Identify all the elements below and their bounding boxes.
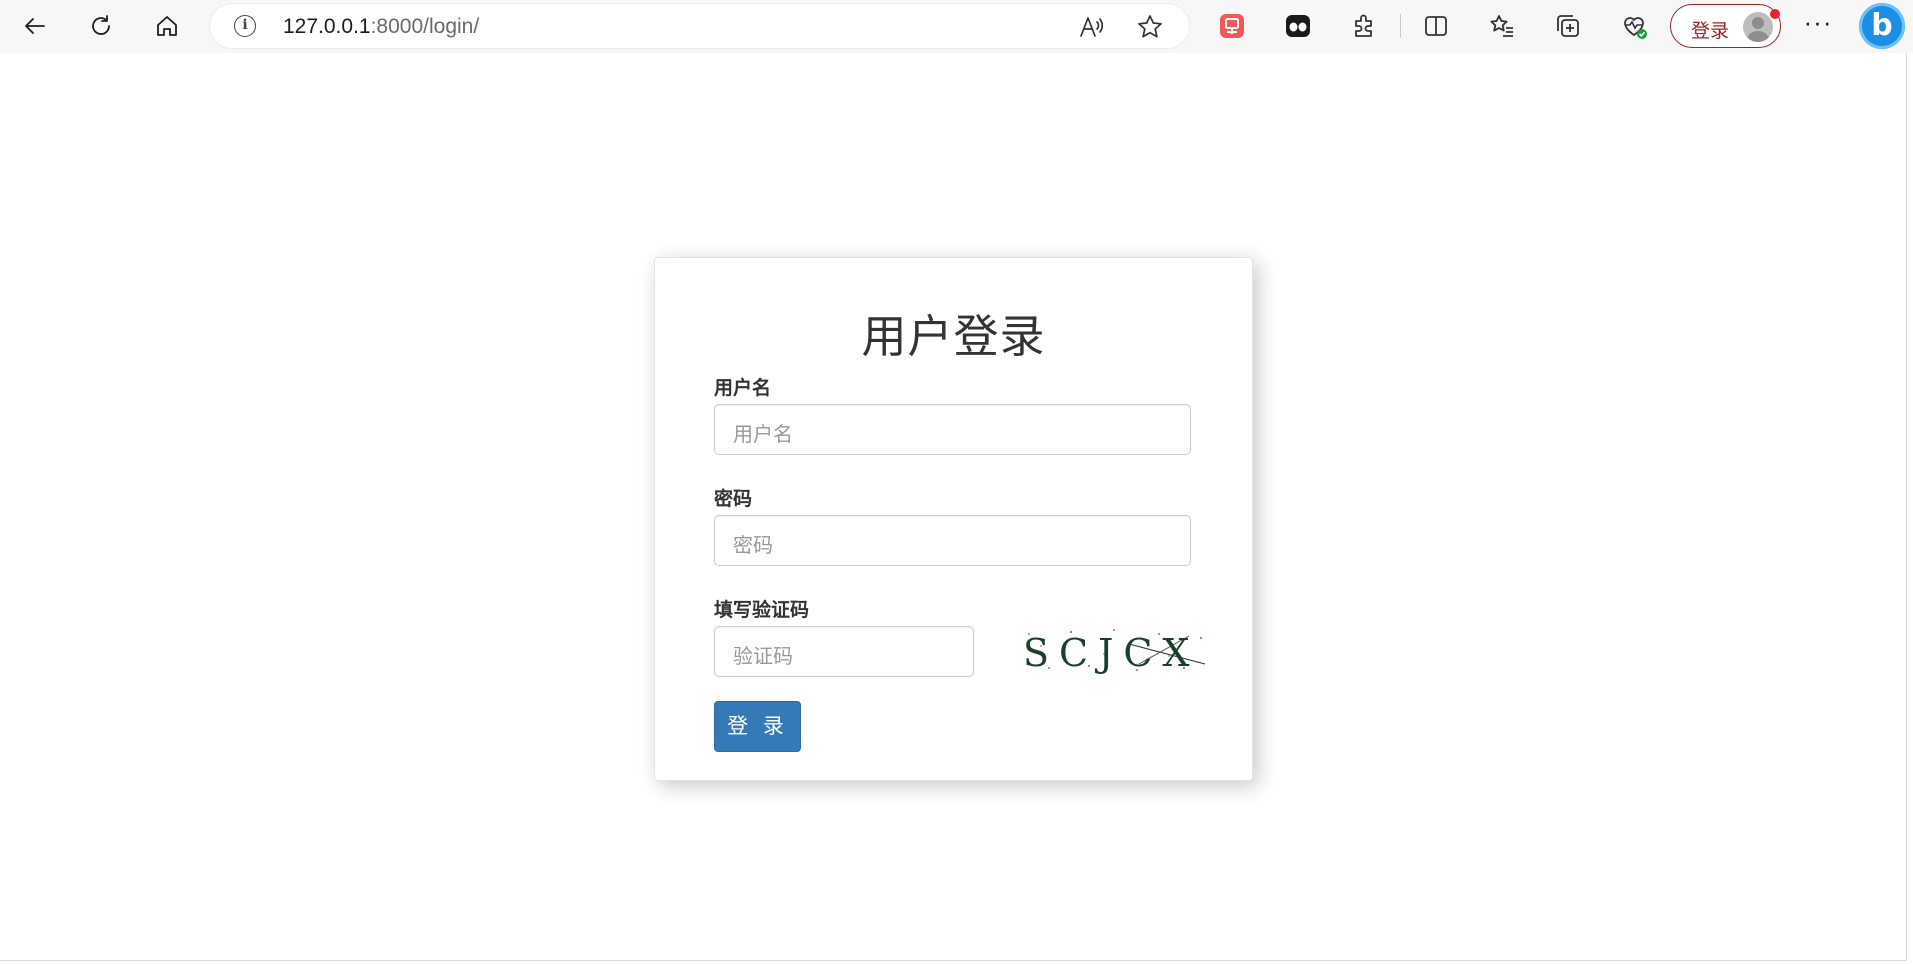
refresh-icon <box>92 15 110 35</box>
page-viewport: 用户登录 用户名 用户名 密码 密码 填写验证码 验证码 SCJCX 登 录 <box>0 53 1907 961</box>
password-input[interactable]: 密码 <box>714 515 1191 566</box>
url-text[interactable]: 127.0.0.1:8000/login/ <box>283 15 479 39</box>
favorites-icon[interactable] <box>1488 12 1516 40</box>
info-icon[interactable]: i <box>234 15 256 37</box>
url-host: 127.0.0.1 <box>283 15 371 38</box>
collections-icon[interactable] <box>1554 12 1582 40</box>
home-button[interactable] <box>148 7 186 45</box>
url-path: :8000/login/ <box>370 15 480 38</box>
username-input[interactable]: 用户名 <box>714 404 1191 455</box>
captcha-text: SCJCX <box>1023 631 1199 675</box>
address-bar[interactable]: i 127.0.0.1:8000/login/ <box>210 4 1189 48</box>
username-placeholder: 用户名 <box>733 422 793 446</box>
page-title: 用户登录 <box>861 310 1046 363</box>
red-extension-icon[interactable] <box>1218 12 1246 40</box>
home-icon <box>157 16 177 36</box>
password-placeholder: 密码 <box>733 533 773 557</box>
read-aloud-icon[interactable] <box>1078 14 1104 40</box>
toolbar-divider <box>1400 14 1401 38</box>
username-label: 用户名 <box>714 377 772 399</box>
refresh-button[interactable] <box>82 7 120 45</box>
profile-button[interactable]: 登录 <box>1670 4 1781 48</box>
back-arrow-icon <box>25 18 45 34</box>
profile-button-label: 登录 <box>1691 20 1730 42</box>
password-label: 密码 <box>714 488 753 510</box>
split-screen-icon[interactable] <box>1422 12 1450 40</box>
login-submit-button[interactable]: 登 录 <box>714 701 801 752</box>
more-icon[interactable]: ··· <box>1800 9 1836 40</box>
puzzle-icon[interactable] <box>1350 12 1378 40</box>
captcha-image[interactable]: SCJCX <box>1019 624 1209 676</box>
browser-toolbar: i 127.0.0.1:8000/login/ 登录 ··· b <box>0 0 1913 53</box>
star-icon[interactable] <box>1136 13 1164 41</box>
captcha-label: 填写验证码 <box>714 599 810 621</box>
bing-icon[interactable]: b <box>1859 3 1905 49</box>
captcha-placeholder: 验证码 <box>733 644 793 668</box>
back-button[interactable] <box>16 7 54 45</box>
avatar <box>1743 12 1773 42</box>
captcha-input[interactable]: 验证码 <box>714 626 974 677</box>
browser-essentials-icon[interactable] <box>1620 12 1648 40</box>
login-card: 用户登录 用户名 用户名 密码 密码 填写验证码 验证码 SCJCX 登 录 <box>654 257 1253 781</box>
dark-extension-icon[interactable] <box>1284 12 1312 40</box>
notification-dot <box>1770 9 1780 19</box>
